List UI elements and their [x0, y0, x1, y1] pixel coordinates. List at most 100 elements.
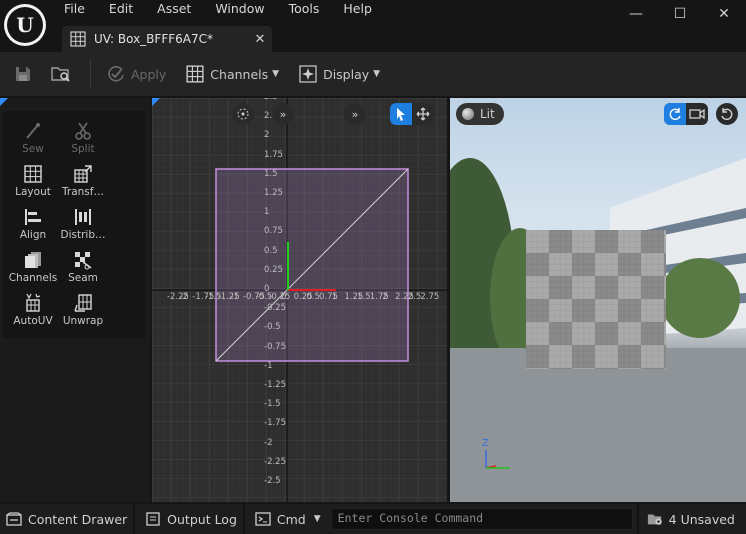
- tool-split-label: Split: [71, 143, 95, 155]
- tool-unwrap[interactable]: Unwrap: [55, 293, 111, 327]
- v-tick-label: -1.75: [264, 418, 286, 429]
- v-tick-label: 0.25: [264, 264, 283, 275]
- tab-title: UV: Box_BFFF6A7C*: [94, 32, 213, 46]
- cmd-dropdown[interactable]: Cmd ▼: [249, 504, 327, 534]
- v-tick-label: -2: [264, 437, 273, 448]
- h-tick-label: 0.5: [306, 292, 320, 302]
- window-controls: — ☐ ✕: [614, 0, 746, 28]
- menu-window[interactable]: Window: [215, 0, 264, 18]
- h-tick-label: 2.5: [407, 292, 422, 302]
- apply-label: Apply: [131, 66, 167, 82]
- v-tick-label: -1.25: [264, 380, 286, 390]
- folder-search-icon: [50, 63, 72, 85]
- tool-align-label: Align: [19, 229, 47, 241]
- apply-button[interactable]: Apply: [99, 59, 172, 89]
- lit-sphere-icon: [462, 108, 474, 120]
- v-tick-label: 0.5: [264, 245, 278, 256]
- status-separator: [636, 504, 639, 534]
- tool-channels[interactable]: Channels: [5, 250, 61, 284]
- fly-camera-icon[interactable]: [686, 103, 708, 125]
- maximize-button[interactable]: ☐: [658, 0, 702, 28]
- unreal-logo-icon[interactable]: U: [4, 4, 46, 46]
- lit-mode-button[interactable]: Lit: [456, 103, 504, 125]
- v-tick-label: 1.25: [264, 188, 283, 198]
- channels-label: Channels: [210, 66, 269, 82]
- sew-icon: [26, 123, 40, 139]
- v-tick-label: -0.5: [264, 322, 281, 333]
- chevron-down-icon: ▼: [373, 69, 381, 79]
- cmd-label: Cmd: [276, 511, 306, 527]
- chevron-down-icon: ▼: [313, 514, 321, 524]
- v-tick-label: -2.5: [264, 476, 281, 486]
- tool-sew[interactable]: Sew: [5, 121, 61, 155]
- menu-asset[interactable]: Asset: [157, 0, 191, 18]
- display-sun-icon: [297, 63, 319, 85]
- tool-split[interactable]: Split: [55, 121, 111, 155]
- unsaved-label: 4 Unsaved: [668, 511, 735, 527]
- output-log-label: Output Log: [167, 511, 237, 527]
- browse-asset-button[interactable]: [44, 59, 82, 89]
- status-bar: Content Drawer Output Log Cmd ▼ Enter Co…: [0, 504, 746, 534]
- tool-align[interactable]: Align: [5, 207, 61, 241]
- menu-edit[interactable]: Edit: [109, 0, 133, 18]
- expand-right-icon[interactable]: »: [344, 103, 366, 125]
- tool-layout[interactable]: Layout: [5, 164, 61, 198]
- view-mode-toggle: [664, 103, 708, 125]
- status-separator: [133, 504, 136, 534]
- h-tick-label: -2: [179, 292, 189, 302]
- panel-corner-marker: [0, 98, 8, 106]
- reset-view-icon[interactable]: [716, 103, 738, 125]
- channels-dropdown[interactable]: Channels ▼: [178, 59, 285, 89]
- chevron-down-icon: ▼: [272, 69, 280, 79]
- v-tick-label: -0.75: [264, 341, 286, 352]
- tools-grid: Sew Split Layout Transf… Align Distrib… …: [3, 111, 146, 338]
- select-mode-icon[interactable]: [390, 103, 412, 125]
- transform-icon: [74, 165, 92, 183]
- h-tick-label: 2: [382, 292, 388, 302]
- v-tick-label: -0.25: [264, 303, 286, 314]
- output-log-icon: [145, 511, 161, 527]
- content-drawer-label: Content Drawer: [28, 511, 128, 527]
- layout-icon: [24, 165, 42, 183]
- save-button[interactable]: [6, 59, 44, 89]
- preview-3d-viewport[interactable]: Lit Z: [450, 98, 746, 502]
- output-log-button[interactable]: Output Log: [139, 504, 243, 534]
- scene-background: [450, 158, 746, 502]
- tool-sew-label: Sew: [22, 143, 44, 155]
- tool-distribute-label: Distrib…: [60, 229, 106, 241]
- tool-distribute[interactable]: Distrib…: [55, 207, 111, 241]
- content-drawer-button[interactable]: Content Drawer: [0, 504, 133, 534]
- tool-autouv[interactable]: AutoUV: [5, 293, 61, 327]
- menu-file[interactable]: File: [64, 0, 85, 18]
- console-command-input[interactable]: Enter Console Command: [330, 508, 633, 530]
- v-tick-label: 1.5: [264, 168, 278, 179]
- close-window-button[interactable]: ✕: [702, 0, 746, 28]
- minimize-button[interactable]: —: [614, 0, 658, 28]
- unsaved-button[interactable]: 4 Unsaved: [641, 504, 741, 534]
- tool-transform[interactable]: Transf…: [55, 164, 111, 198]
- orbit-camera-icon[interactable]: [664, 103, 686, 125]
- apply-check-icon: [105, 63, 127, 85]
- h-tick-label: 0: [281, 292, 287, 302]
- v-tick-label: 1: [264, 207, 270, 218]
- menu-help[interactable]: Help: [343, 0, 372, 18]
- menu-tools[interactable]: Tools: [289, 0, 320, 18]
- terminal-icon: [255, 511, 271, 527]
- h-tick-label: -1: [230, 292, 239, 302]
- expand-left-icon[interactable]: »: [272, 103, 294, 125]
- axis-z-label: Z: [482, 438, 489, 449]
- tab-close-icon[interactable]: ✕: [248, 32, 272, 47]
- display-dropdown[interactable]: Display ▼: [291, 59, 386, 89]
- tool-channels-label: Channels: [8, 272, 58, 284]
- status-separator: [242, 504, 245, 534]
- translate-mode-icon[interactable]: [412, 103, 434, 125]
- tool-seam[interactable]: Seam: [55, 250, 111, 284]
- h-tick-label: -0.25: [268, 292, 291, 302]
- tool-layout-label: Layout: [15, 186, 51, 198]
- uv-viewport[interactable]: 2.52.2521.751.51.2510.750.50.250-0.25-0.…: [152, 98, 447, 502]
- tool-autouv-label: AutoUV: [13, 315, 53, 327]
- uv-grid-icon: [70, 31, 86, 47]
- editor-tab[interactable]: UV: Box_BFFF6A7C* ✕: [62, 26, 272, 52]
- menu-bar: File Edit Asset Window Tools Help: [64, 0, 396, 18]
- viewport-options-icon[interactable]: [232, 103, 254, 125]
